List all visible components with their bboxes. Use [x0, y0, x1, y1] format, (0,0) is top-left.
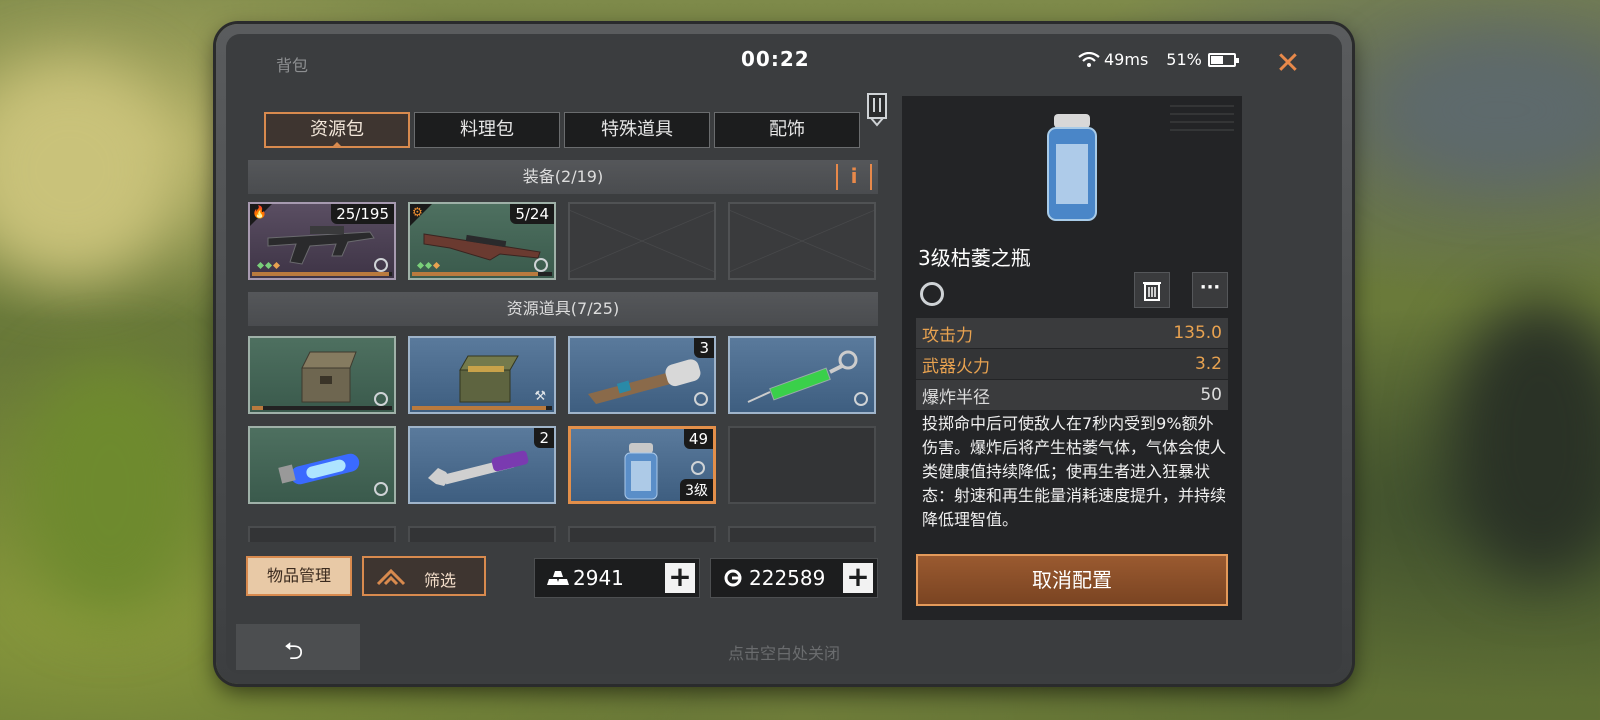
filter-icon [376, 568, 406, 586]
stat-value: 50 [1200, 385, 1222, 405]
brand-icon [374, 392, 388, 406]
resource-slot-selected[interactable]: 49 3级 [568, 426, 716, 504]
brand-icon [854, 392, 868, 406]
equipment-slot[interactable]: ⚙ 5/24 [408, 202, 556, 280]
status-bar: 49ms 51% [1078, 50, 1239, 69]
stat-value: 3.2 [1194, 354, 1222, 374]
stat-row: 攻击力 135.0 [916, 318, 1228, 348]
empty-slot[interactable] [568, 202, 716, 280]
pickaxe-icon: ⚒ [534, 389, 546, 404]
tab-cooking-pack[interactable]: 料理包 [414, 112, 560, 148]
filter-label: 筛选 [424, 571, 457, 590]
item-count: 49 [683, 429, 713, 449]
gear-icon: ⚙ [412, 205, 423, 219]
item-detail-panel: 3级枯萎之瓶 ··· 攻击力 135.0 武器火力 3.2 爆炸半径 50 投掷… [902, 96, 1242, 620]
partial-slot [248, 526, 396, 542]
tab-accessories[interactable]: 配饰 [714, 112, 860, 148]
bottle-large-icon [1047, 114, 1097, 221]
brand-icon [691, 461, 705, 475]
brand-icon [534, 258, 548, 272]
progress-bar [252, 406, 392, 410]
item-description: 投掷命中后可使敌人在7秒内受到9%额外伤害。爆炸后将产生枯萎气体，气体会使人类健… [922, 414, 1226, 529]
info-button[interactable]: i [836, 164, 872, 190]
gold-bar-icon [547, 571, 569, 585]
gold-currency: 2941 + [534, 558, 700, 598]
tab-resource-pack[interactable]: 资源包 [264, 112, 410, 148]
upgrade-dots [416, 261, 441, 270]
stat-label: 爆炸半径 [922, 387, 990, 408]
background-foliage [20, 360, 200, 620]
timer: 00:22 [741, 47, 810, 71]
stat-label: 攻击力 [922, 325, 973, 346]
upgrade-dots [256, 261, 281, 270]
progress-bar [412, 406, 552, 410]
ammo-count: 5/24 [510, 204, 554, 224]
empty-slot[interactable] [728, 202, 876, 280]
brand-icon [694, 392, 708, 406]
resources-header: 资源道具(7/25) [248, 292, 878, 326]
background-foliage [0, 60, 180, 280]
pin-icon[interactable] [866, 92, 888, 128]
coin-icon [724, 569, 742, 587]
resource-slot[interactable]: 3 [568, 336, 716, 414]
stats-table: 攻击力 135.0 武器火力 3.2 爆炸半径 50 [916, 318, 1228, 411]
gold-amount: 2941 [573, 566, 624, 590]
partial-slot [728, 526, 876, 542]
battery-icon [1207, 52, 1239, 67]
item-level: 3级 [680, 479, 713, 501]
stat-label: 武器火力 [922, 356, 990, 377]
panel-decoration [1170, 105, 1234, 131]
resource-slot[interactable] [728, 336, 876, 414]
inventory-screen: 背包 00:22 49ms 51% ✕ 资源包 料理包 特殊道具 配饰 装备(2… [226, 34, 1342, 674]
resource-slot[interactable]: ⚒ [408, 336, 556, 414]
background-vehicle [1450, 300, 1600, 580]
resource-slot[interactable] [248, 426, 396, 504]
window-title: 背包 [276, 56, 309, 75]
more-options-button[interactable]: ··· [1192, 272, 1228, 308]
coin-amount: 222589 [749, 566, 826, 590]
resource-slot[interactable]: 2 [408, 426, 556, 504]
partial-slot [408, 526, 556, 542]
manage-items-button[interactable]: 物品管理 [246, 556, 352, 596]
category-tabs: 资源包 料理包 特殊道具 配饰 [264, 112, 860, 148]
coin-currency: 222589 + [710, 558, 878, 598]
battery-percent: 51% [1166, 50, 1202, 69]
close-hint: 点击空白处关闭 [727, 644, 840, 663]
empty-slot[interactable] [728, 426, 876, 504]
durability-bar [252, 272, 392, 276]
item-count: 3 [694, 338, 714, 358]
durability-bar [412, 272, 552, 276]
stat-value: 135.0 [1173, 323, 1222, 343]
fire-icon: 🔥 [252, 205, 267, 219]
filter-button[interactable]: 筛选 [362, 556, 486, 596]
item-name: 3级枯萎之瓶 [918, 246, 1031, 270]
top-bar: 背包 00:22 49ms 51% ✕ [226, 34, 1342, 86]
partial-slot [568, 526, 716, 542]
brand-icon [374, 482, 388, 496]
stat-row: 武器火力 3.2 [916, 349, 1228, 379]
close-button[interactable]: ✕ [1271, 48, 1305, 82]
resource-slot[interactable] [248, 336, 396, 414]
background-structure [1380, 40, 1600, 180]
tab-special-items[interactable]: 特殊道具 [564, 112, 710, 148]
trash-button[interactable] [1134, 272, 1170, 308]
equipment-header-label: 装备(2/19) [522, 167, 604, 186]
ammo-count: 25/195 [331, 204, 394, 224]
add-gold-button[interactable]: + [665, 563, 695, 593]
item-count: 2 [534, 428, 554, 448]
tablet-frame: 背包 00:22 49ms 51% ✕ 资源包 料理包 特殊道具 配饰 装备(2… [216, 24, 1352, 684]
brand-icon [374, 258, 388, 272]
unequip-button[interactable]: 取消配置 [916, 554, 1228, 606]
wifi-icon [1078, 51, 1100, 67]
trash-icon [1143, 282, 1161, 301]
brand-icon [920, 282, 944, 306]
ping-value: 49ms [1104, 50, 1149, 69]
equipment-header: 装备(2/19) i [248, 160, 878, 194]
equipment-slot[interactable]: 🔥 25/195 [248, 202, 396, 280]
add-coins-button[interactable]: + [843, 563, 873, 593]
resources-header-label: 资源道具(7/25) [506, 299, 620, 318]
stat-row: 爆炸半径 50 [916, 380, 1228, 410]
